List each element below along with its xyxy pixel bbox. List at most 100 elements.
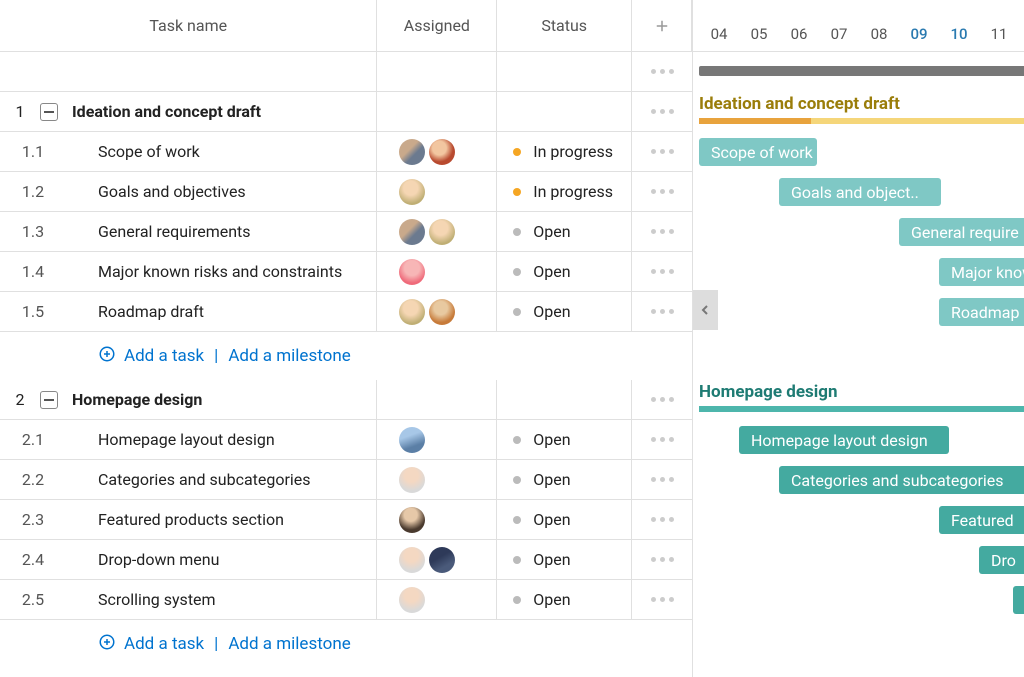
task-row[interactable]: 2.1Homepage layout designOpen [0, 420, 692, 460]
gantt-bar[interactable]: Dro [979, 546, 1024, 574]
assigned-cell[interactable] [377, 540, 497, 579]
row-actions-button[interactable] [651, 149, 674, 154]
assigned-cell[interactable] [377, 420, 497, 459]
assigned-cell[interactable] [377, 252, 497, 291]
status-cell[interactable]: Open [497, 500, 632, 539]
assigned-cell[interactable] [377, 132, 497, 171]
task-row[interactable]: 1.3General requirementsOpen [0, 212, 692, 252]
task-row[interactable]: 2.2Categories and subcategoriesOpen [0, 460, 692, 500]
gantt-body: Ideation and concept draftScope of workG… [693, 52, 1024, 668]
gantt-summary-row [693, 52, 1024, 92]
row-actions-button[interactable] [651, 557, 674, 562]
timeline-day[interactable]: 05 [739, 25, 779, 51]
add-milestone-link[interactable]: Add a milestone [228, 634, 350, 654]
task-row[interactable]: 1.2Goals and objectivesIn progress [0, 172, 692, 212]
avatar[interactable] [399, 219, 425, 245]
gantt-group-bar[interactable] [699, 118, 1024, 124]
row-actions-button[interactable] [651, 397, 674, 402]
add-row: Add a task|Add a milestone [0, 332, 692, 380]
task-row[interactable]: 1.4Major known risks and constraintsOpen [0, 252, 692, 292]
avatar[interactable] [429, 139, 455, 165]
add-column-button[interactable] [632, 0, 692, 51]
timeline-day[interactable]: 04 [699, 25, 739, 51]
status-cell[interactable]: Open [497, 580, 632, 619]
task-row[interactable]: 2.4Drop-down menuOpen [0, 540, 692, 580]
avatar[interactable] [399, 179, 425, 205]
assigned-cell[interactable] [377, 500, 497, 539]
status-cell[interactable]: Open [497, 540, 632, 579]
gantt-bar[interactable]: Roadmap d [939, 298, 1024, 326]
row-actions-button[interactable] [651, 597, 674, 602]
collapse-panel-button[interactable] [693, 290, 718, 330]
timeline-day[interactable]: 08 [859, 25, 899, 51]
task-row[interactable]: 1.5Roadmap draftOpen [0, 292, 692, 332]
add-task-link[interactable]: Add a task [98, 345, 204, 368]
collapse-toggle[interactable] [40, 103, 58, 121]
avatar[interactable] [429, 547, 455, 573]
task-row[interactable]: 1.1Scope of workIn progress [0, 132, 692, 172]
task-row[interactable]: 2.3Featured products sectionOpen [0, 500, 692, 540]
assigned-cell[interactable] [377, 460, 497, 499]
assigned-cell[interactable] [377, 212, 497, 251]
timeline-header[interactable]: 0405060708091011 [693, 0, 1024, 52]
gantt-bar[interactable]: Major know [939, 258, 1024, 286]
row-actions-button[interactable] [651, 517, 674, 522]
row-actions-button[interactable] [651, 437, 674, 442]
col-header-status[interactable]: Status [497, 0, 632, 51]
row-actions-button[interactable] [651, 109, 674, 114]
status-cell[interactable]: Open [497, 252, 632, 291]
collapse-toggle[interactable] [40, 391, 58, 409]
gantt-bar[interactable]: Goals and object.. [779, 178, 941, 206]
timeline-day[interactable]: 10 [939, 25, 979, 51]
status-dot [513, 596, 521, 604]
row-actions-button[interactable] [651, 189, 674, 194]
status-dot [513, 268, 521, 276]
avatar[interactable] [399, 587, 425, 613]
avatar[interactable] [399, 467, 425, 493]
row-actions-button[interactable] [651, 269, 674, 274]
task-name: Scrolling system [66, 590, 216, 609]
group-row[interactable]: 2Homepage design [0, 380, 692, 420]
row-actions-button[interactable] [651, 229, 674, 234]
gantt-bar[interactable]: Categories and subcategories [779, 466, 1024, 494]
gantt-group-bar[interactable] [699, 406, 1024, 412]
status-cell[interactable]: Open [497, 212, 632, 251]
gantt-bar[interactable] [1013, 586, 1024, 614]
assigned-cell[interactable] [377, 580, 497, 619]
row-actions-button[interactable] [651, 309, 674, 314]
timeline-day[interactable]: 06 [779, 25, 819, 51]
gantt-bar[interactable]: General require [899, 218, 1024, 246]
assigned-cell[interactable] [377, 292, 497, 331]
avatar[interactable] [399, 547, 425, 573]
summary-bar[interactable] [699, 66, 1024, 76]
row-actions-button[interactable] [651, 477, 674, 482]
col-header-task[interactable]: Task name [0, 0, 377, 51]
group-row[interactable]: 1Ideation and concept draft [0, 92, 692, 132]
avatar[interactable] [399, 427, 425, 453]
add-task-link[interactable]: Add a task [98, 633, 204, 656]
gantt-task-row: Goals and object.. [693, 172, 1024, 212]
avatar[interactable] [399, 299, 425, 325]
status-cell[interactable]: Open [497, 292, 632, 331]
avatar[interactable] [399, 259, 425, 285]
timeline-day[interactable]: 07 [819, 25, 859, 51]
col-header-assigned[interactable]: Assigned [377, 0, 497, 51]
timeline-day[interactable]: 11 [979, 25, 1019, 51]
task-row[interactable]: 2.5Scrolling systemOpen [0, 580, 692, 620]
avatar[interactable] [399, 507, 425, 533]
row-actions-button[interactable] [651, 69, 674, 74]
avatar[interactable] [429, 299, 455, 325]
avatar[interactable] [429, 219, 455, 245]
status-cell[interactable]: Open [497, 460, 632, 499]
status-cell[interactable]: In progress [497, 172, 632, 211]
status-cell[interactable]: In progress [497, 132, 632, 171]
avatar[interactable] [399, 139, 425, 165]
gantt-bar[interactable]: Scope of work [699, 138, 817, 166]
status-text: Open [533, 430, 570, 449]
gantt-bar[interactable]: Homepage layout design [739, 426, 949, 454]
status-cell[interactable]: Open [497, 420, 632, 459]
assigned-cell[interactable] [377, 172, 497, 211]
add-milestone-link[interactable]: Add a milestone [228, 346, 350, 366]
timeline-day[interactable]: 09 [899, 25, 939, 51]
gantt-bar[interactable]: Featured [939, 506, 1024, 534]
